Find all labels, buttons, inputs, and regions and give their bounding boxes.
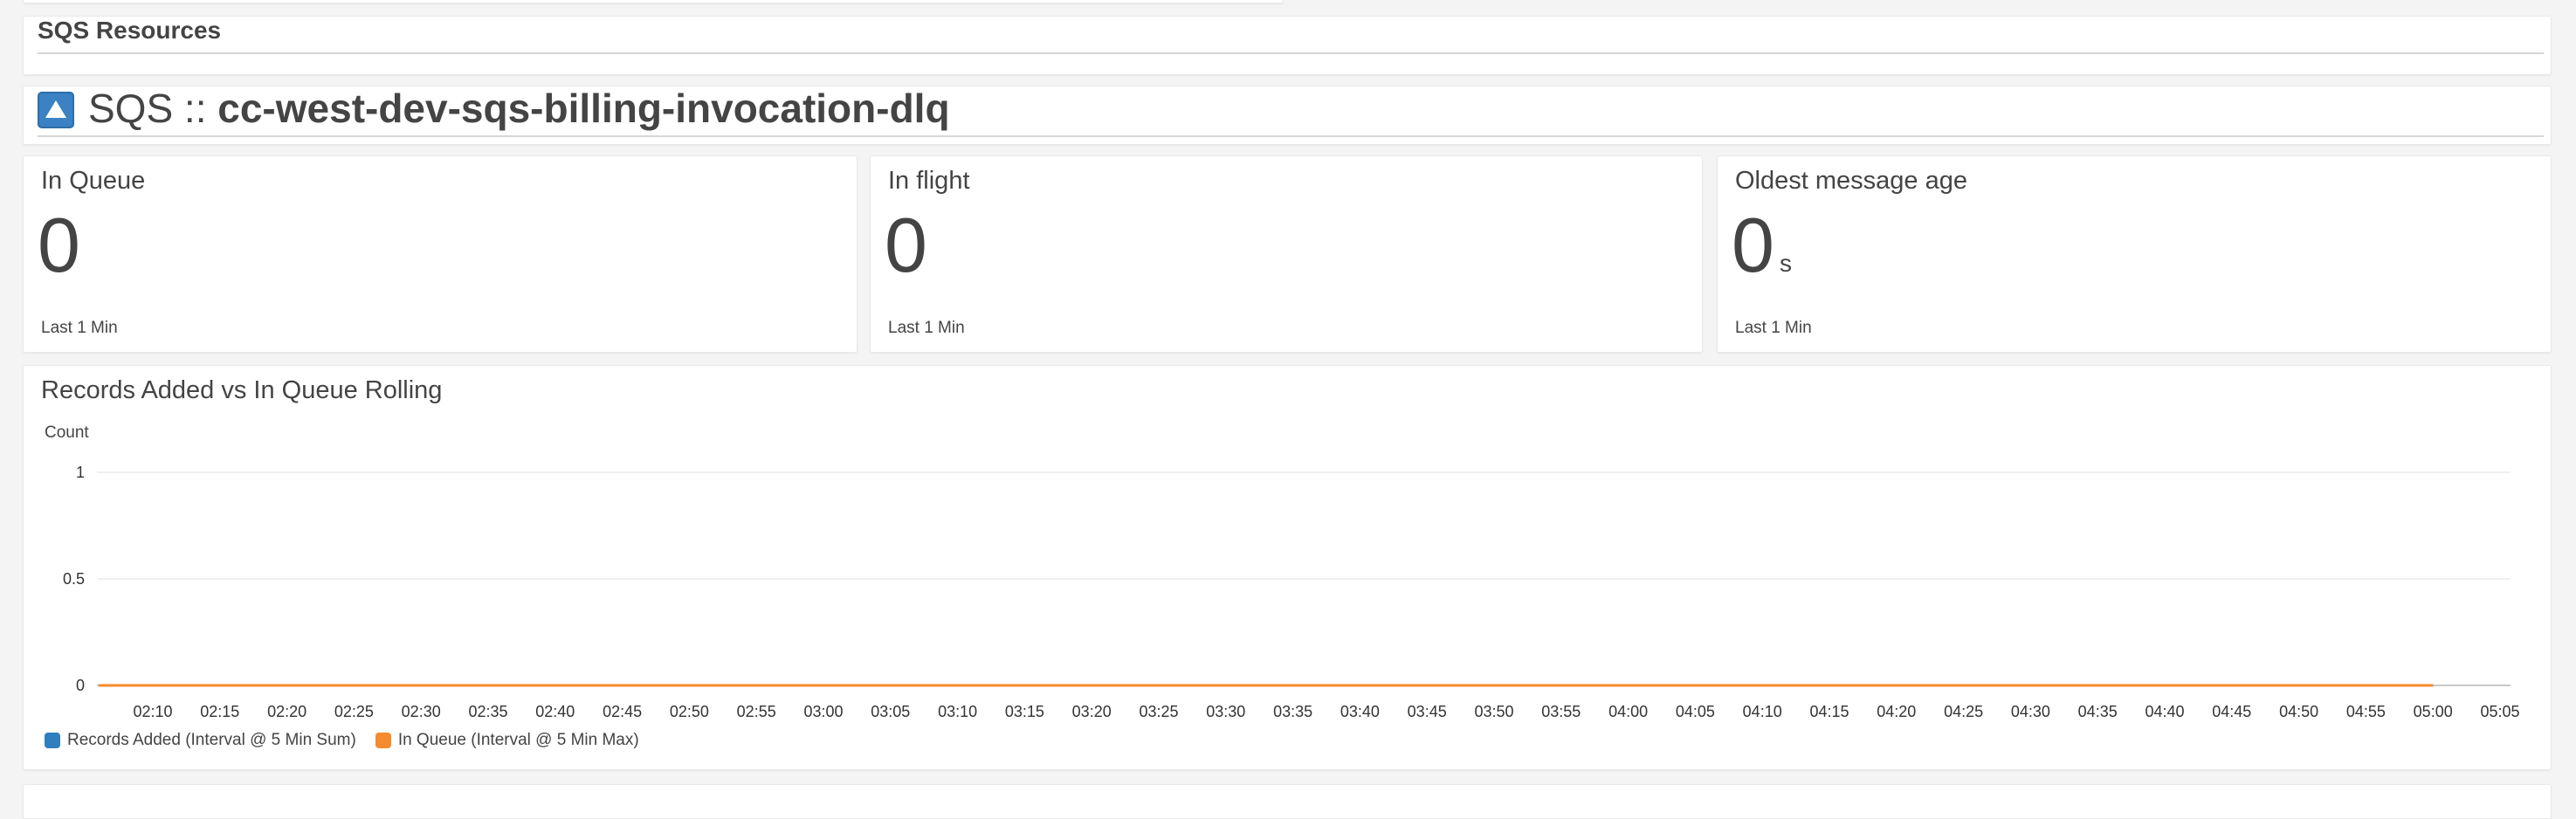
metric-period: Last 1 Min [1735,319,1812,337]
x-tick-label: 03:15 [1005,703,1044,720]
metric-period: Last 1 Min [888,319,965,337]
x-tick-label: 02:55 [737,703,776,720]
metric-value: 0 [38,202,80,288]
x-tick-label: 05:00 [2414,703,2453,720]
legend-swatch-blue [45,733,60,748]
x-tick-label: 04:35 [2078,703,2118,720]
queue-name: cc-west-dev-sqs-billing-invocation-dlq [217,86,950,131]
sqs-queue-header: SQS :: cc-west-dev-sqs-billing-invocatio… [23,86,2552,145]
x-tick-label: 03:05 [871,703,910,720]
section-divider [38,52,2544,54]
x-tick-label: 02:30 [402,703,441,720]
collapse-up-icon[interactable] [38,92,74,128]
x-tick-label: 02:15 [200,703,239,720]
x-tick-label: 02:40 [535,703,575,720]
queue-title: SQS :: cc-west-dev-sqs-billing-invocatio… [88,85,950,132]
metric-unit: s [1779,250,1792,277]
x-tick-label: 02:25 [334,703,374,720]
x-tick-label: 03:45 [1408,703,1447,720]
x-tick-label: 04:15 [1809,703,1849,720]
x-tick-label: 02:35 [468,703,507,720]
x-tick-label: 03:30 [1206,703,1245,720]
x-tick-label: 02:50 [670,703,709,720]
x-tick-label: 03:10 [938,703,977,720]
x-tick-label: 02:45 [603,703,642,720]
x-tick-label: 02:20 [267,703,307,720]
chart-legend: Records Added (Interval @ 5 Min Sum) In … [45,731,639,750]
metric-period: Last 1 Min [41,319,118,337]
x-tick-label: 04:20 [1877,703,1916,720]
x-tick-label: 04:10 [1743,703,1782,720]
metric-title: Oldest message age [1735,167,1967,195]
x-tick-label: 03:00 [803,703,843,720]
y-tick-label: 0.5 [63,570,85,588]
metric-title: In Queue [41,167,146,195]
legend-label: Records Added (Interval @ 5 Min Sum) [67,731,356,749]
x-tick-label: 04:25 [1944,703,1983,720]
x-tick-label: 03:25 [1139,703,1178,720]
x-tick-label: 03:20 [1072,703,1112,720]
x-tick-label: 02:10 [133,703,172,720]
metric-value: 0s [1732,202,1792,288]
legend-item-in-queue[interactable]: In Queue (Interval @ 5 Min Max) [375,731,639,750]
x-tick-label: 04:55 [2346,703,2386,720]
queue-prefix: SQS :: [88,86,207,131]
x-tick-label: 04:05 [1676,703,1715,720]
line-chart[interactable]: 1 0.5 0 02:10 02:15 02:20 02:25 02:30 02:35 02:40… [24,366,2552,750]
x-tick-label: 04:40 [2145,703,2184,720]
section-title: SQS Resources [38,17,222,44]
legend-label: In Queue (Interval @ 5 Min Max) [397,731,639,749]
metric-title: In flight [888,167,970,195]
section-divider [38,135,2544,137]
chart-panel: Records Added vs In Queue Rolling Count … [23,365,2552,770]
metric-panel-in-queue: In Queue 0 Last 1 Min [23,155,858,353]
metric-value: 0 [885,202,927,288]
metric-panel-in-flight: In flight 0 Last 1 Min [870,155,1703,353]
x-tick-label: 04:45 [2212,703,2251,720]
x-tick-label: 03:40 [1340,703,1380,720]
next-panel-edge [23,784,2552,819]
x-tick-label: 03:50 [1474,703,1513,720]
y-tick-label: 1 [76,464,85,481]
previous-panel-edge [23,0,1284,3]
metric-panel-oldest-message-age: Oldest message age 0s Last 1 Min [1717,155,2552,353]
x-tick-label: 04:30 [2011,703,2050,720]
x-tick-label: 04:00 [1608,703,1648,720]
x-tick-label: 03:35 [1273,703,1312,720]
legend-swatch-orange [375,733,391,748]
y-tick-label: 0 [76,677,85,694]
x-tick-label: 05:05 [2480,703,2519,720]
legend-item-records-added[interactable]: Records Added (Interval @ 5 Min Sum) [45,731,356,750]
x-tick-label: 04:50 [2279,703,2318,720]
x-tick-label: 03:55 [1541,703,1581,720]
sqs-resources-section: SQS Resources [23,16,2552,75]
